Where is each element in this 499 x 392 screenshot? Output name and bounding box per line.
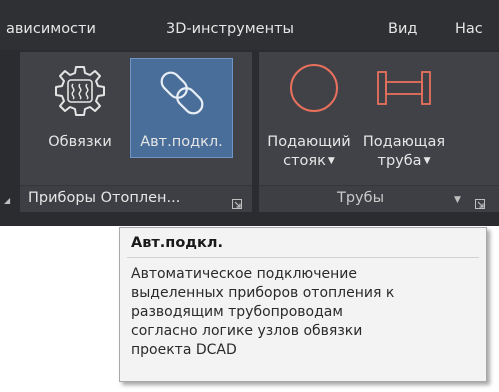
previous-panel-arrow-icon[interactable]: ◢ xyxy=(4,196,10,205)
pipe-segment-icon xyxy=(374,70,434,110)
tooltip-line: проекта DCAD xyxy=(131,342,237,358)
supply-riser-button[interactable]: Подающий стояк ▼ xyxy=(263,58,355,183)
tooltip-line: выделенных приборов отопления к xyxy=(131,285,395,301)
dialog-launcher-icon[interactable] xyxy=(232,194,242,213)
tooltip-line: согласно логике узлов обвязки xyxy=(131,323,363,339)
panel-pipes: Подающий стояк ▼ Подающая труба ▼ Трубы ▼ xyxy=(259,52,499,212)
supply-pipe-label-line1: Подающая xyxy=(362,134,446,150)
auto-connect-button[interactable]: Авт.подкл. xyxy=(130,58,233,158)
tooltip-auto-connect: Авт.подкл. Автоматическое подключение вы… xyxy=(119,227,487,382)
tab-settings[interactable]: Нас xyxy=(455,20,483,38)
tooltip-line: Автоматическое подключение xyxy=(131,266,357,282)
link-chain-icon xyxy=(153,64,211,126)
heating-panel-title[interactable]: Приборы Отоплен... xyxy=(28,190,180,206)
dropdown-arrow-icon: ▼ xyxy=(423,156,431,166)
supply-pipe-label-line2: труба ▼ xyxy=(377,153,431,169)
riser-circle-icon xyxy=(287,61,341,119)
bindings-button[interactable]: Обвязки xyxy=(30,58,130,158)
auto-connect-button-label: Авт.подкл. xyxy=(140,134,223,150)
heating-panel-title-bar: Приборы Отоплен... xyxy=(20,185,252,212)
tooltip-title: Авт.подкл. xyxy=(131,235,223,251)
supply-riser-label-line2: стояк ▼ xyxy=(283,153,335,169)
panel-expand-arrow-icon[interactable]: ▼ xyxy=(454,195,461,205)
ribbon-tab-bar: ависимости 3D-инструменты Вид Нас xyxy=(0,0,499,50)
tab-3d-tools[interactable]: 3D-инструменты xyxy=(166,20,294,38)
pipes-panel-title[interactable]: Трубы xyxy=(337,190,384,206)
ribbon-body: Обвязки Авт.подкл. Приборы Отоплен... По… xyxy=(0,50,499,226)
tab-view[interactable]: Вид xyxy=(388,20,417,38)
pipes-panel-title-bar: Трубы ▼ xyxy=(259,185,499,212)
dialog-launcher-icon[interactable] xyxy=(475,194,485,213)
tooltip-line: разводящим трубопроводам xyxy=(131,304,343,320)
panel-heating-devices: Обвязки Авт.подкл. Приборы Отоплен... xyxy=(20,52,252,212)
supply-riser-label-line1: Подающий xyxy=(267,134,351,150)
tab-dependencies[interactable]: ависимости xyxy=(6,20,96,38)
dropdown-arrow-icon: ▼ xyxy=(327,156,335,166)
heater-gear-icon xyxy=(53,64,107,122)
bindings-button-label: Обвязки xyxy=(48,134,112,150)
supply-pipe-button[interactable]: Подающая труба ▼ xyxy=(358,58,450,183)
tooltip-divider xyxy=(127,257,479,258)
